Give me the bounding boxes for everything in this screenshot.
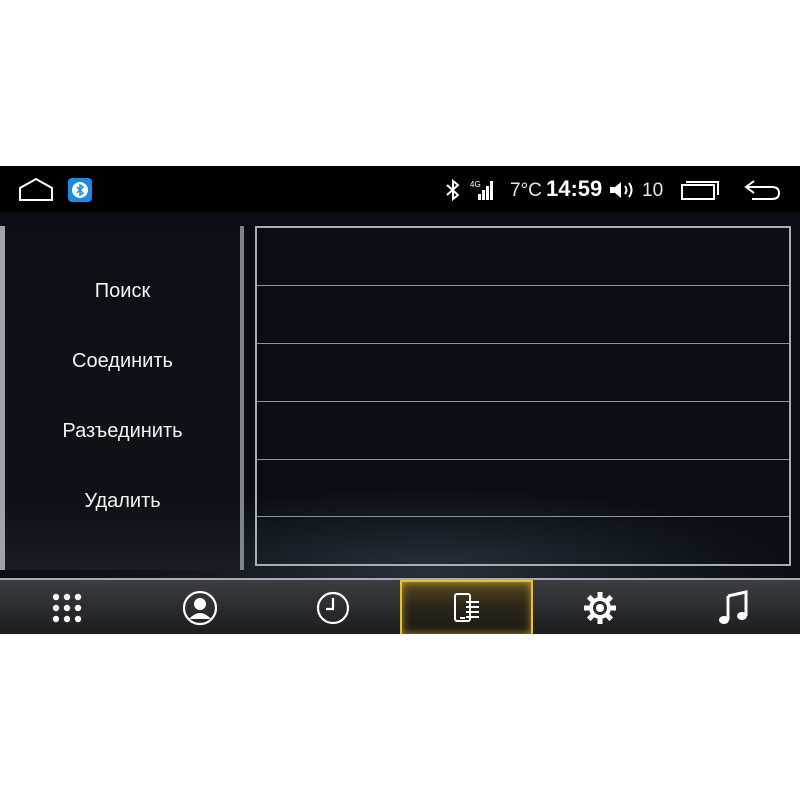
device-list[interactable] xyxy=(255,226,791,566)
status-bar: 4G 7°C 14:59 10 xyxy=(0,166,800,212)
bluetooth-app-icon[interactable] xyxy=(68,178,92,202)
music-icon xyxy=(718,590,747,624)
list-item-divider xyxy=(257,401,789,402)
nav-contacts[interactable] xyxy=(133,580,266,634)
keypad-icon xyxy=(52,593,81,623)
head-unit-screen: 4G 7°C 14:59 10 Поиск Соединить Разъедин… xyxy=(0,166,800,634)
nav-keypad[interactable] xyxy=(0,580,133,634)
signal-4g-icon: 4G xyxy=(470,178,496,202)
settings-icon xyxy=(583,592,616,624)
volume-icon[interactable] xyxy=(608,178,636,202)
clock: 14:59 xyxy=(546,176,603,201)
svg-text:4G: 4G xyxy=(470,180,481,189)
bluetooth-icon xyxy=(444,178,462,202)
bluetooth-action-menu: Поиск Соединить Разъединить Удалить xyxy=(0,226,244,570)
list-item-divider xyxy=(257,285,789,286)
list-item-divider xyxy=(257,343,789,344)
disconnect-button[interactable]: Разъединить xyxy=(5,411,240,451)
call-log-icon xyxy=(316,591,349,625)
delete-button[interactable]: Удалить xyxy=(5,481,240,521)
connect-button[interactable]: Соединить xyxy=(5,341,240,381)
contacts-icon xyxy=(182,590,217,626)
bluetooth-devices-page: Поиск Соединить Разъединить Удалить xyxy=(0,212,800,578)
paired-devices-icon xyxy=(453,593,479,622)
volume-level: 10 xyxy=(642,180,664,201)
nav-settings[interactable] xyxy=(533,580,666,634)
list-item-divider xyxy=(257,459,789,460)
nav-paired-devices[interactable] xyxy=(400,580,533,634)
temperature: 7°C xyxy=(510,180,542,201)
menu-divider xyxy=(240,226,244,570)
bottom-navigation xyxy=(0,578,800,634)
search-button[interactable]: Поиск xyxy=(5,271,240,311)
recent-apps-icon[interactable] xyxy=(680,179,720,201)
home-icon[interactable] xyxy=(18,176,54,202)
back-icon[interactable] xyxy=(742,177,782,203)
list-item-divider xyxy=(257,516,789,517)
nav-call-log[interactable] xyxy=(266,580,399,634)
nav-music[interactable] xyxy=(666,580,799,634)
